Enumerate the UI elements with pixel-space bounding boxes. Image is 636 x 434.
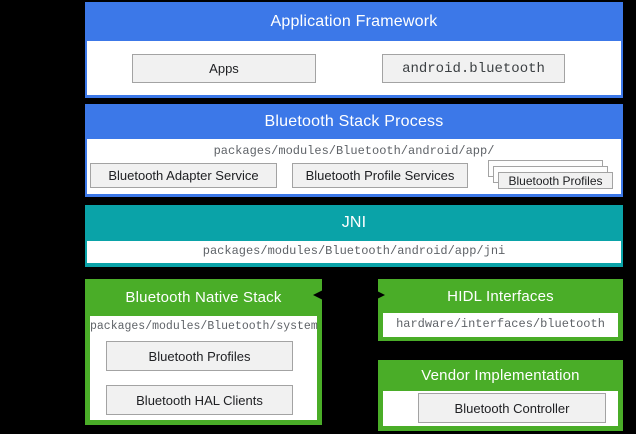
bluetooth-profiles-stack-box: Bluetooth Profiles — [498, 172, 613, 189]
vendor-implementation-body: Bluetooth Controller — [383, 391, 618, 426]
hidl-interfaces-body: hardware/interfaces/bluetooth — [383, 313, 618, 337]
bluetooth-native-stack-body: packages/modules/Bluetooth/system Blueto… — [90, 316, 317, 420]
hidl-path-label: hardware/interfaces/bluetooth — [383, 317, 618, 331]
arrow-left-icon — [313, 290, 323, 300]
section-bluetooth-native-stack: Bluetooth Native Stack packages/modules/… — [85, 279, 322, 425]
jni-path-label: packages/modules/Bluetooth/android/app/j… — [87, 244, 621, 258]
application-framework-body: Apps android.bluetooth — [87, 41, 621, 95]
bluetooth-controller-box: Bluetooth Controller — [418, 393, 606, 423]
bluetooth-profile-services-box: Bluetooth Profile Services — [292, 163, 468, 188]
stack-process-path-label: packages/modules/Bluetooth/android/app/ — [87, 144, 621, 158]
jni-body: packages/modules/Bluetooth/android/app/j… — [87, 241, 621, 263]
bluetooth-stack-process-body: packages/modules/Bluetooth/android/app/ … — [87, 139, 621, 194]
native-stack-path-label: packages/modules/Bluetooth/system — [90, 320, 317, 333]
native-bluetooth-profiles-box: Bluetooth Profiles — [106, 341, 293, 371]
bluetooth-architecture-diagram: Application Framework Apps android.bluet… — [0, 0, 636, 434]
section-vendor-implementation: Vendor Implementation Bluetooth Controll… — [378, 360, 623, 431]
hidl-interfaces-title: HIDL Interfaces — [378, 279, 623, 313]
application-framework-title: Application Framework — [85, 2, 623, 41]
section-jni: JNI packages/modules/Bluetooth/android/a… — [85, 205, 623, 267]
arrow-right-icon — [375, 290, 385, 300]
bluetooth-adapter-service-box: Bluetooth Adapter Service — [90, 163, 277, 188]
bluetooth-stack-process-title: Bluetooth Stack Process — [85, 104, 623, 139]
android-bluetooth-api-box: android.bluetooth — [382, 54, 565, 83]
section-hidl-interfaces: HIDL Interfaces hardware/interfaces/blue… — [378, 279, 623, 341]
apps-box: Apps — [132, 54, 316, 83]
connector-line — [320, 294, 378, 296]
jni-title: JNI — [85, 205, 623, 241]
bluetooth-native-stack-title: Bluetooth Native Stack — [85, 279, 322, 316]
section-bluetooth-stack-process: Bluetooth Stack Process packages/modules… — [85, 104, 623, 197]
vendor-implementation-title: Vendor Implementation — [378, 360, 623, 391]
section-application-framework: Application Framework Apps android.bluet… — [85, 2, 623, 98]
bluetooth-hal-clients-box: Bluetooth HAL Clients — [106, 385, 293, 415]
